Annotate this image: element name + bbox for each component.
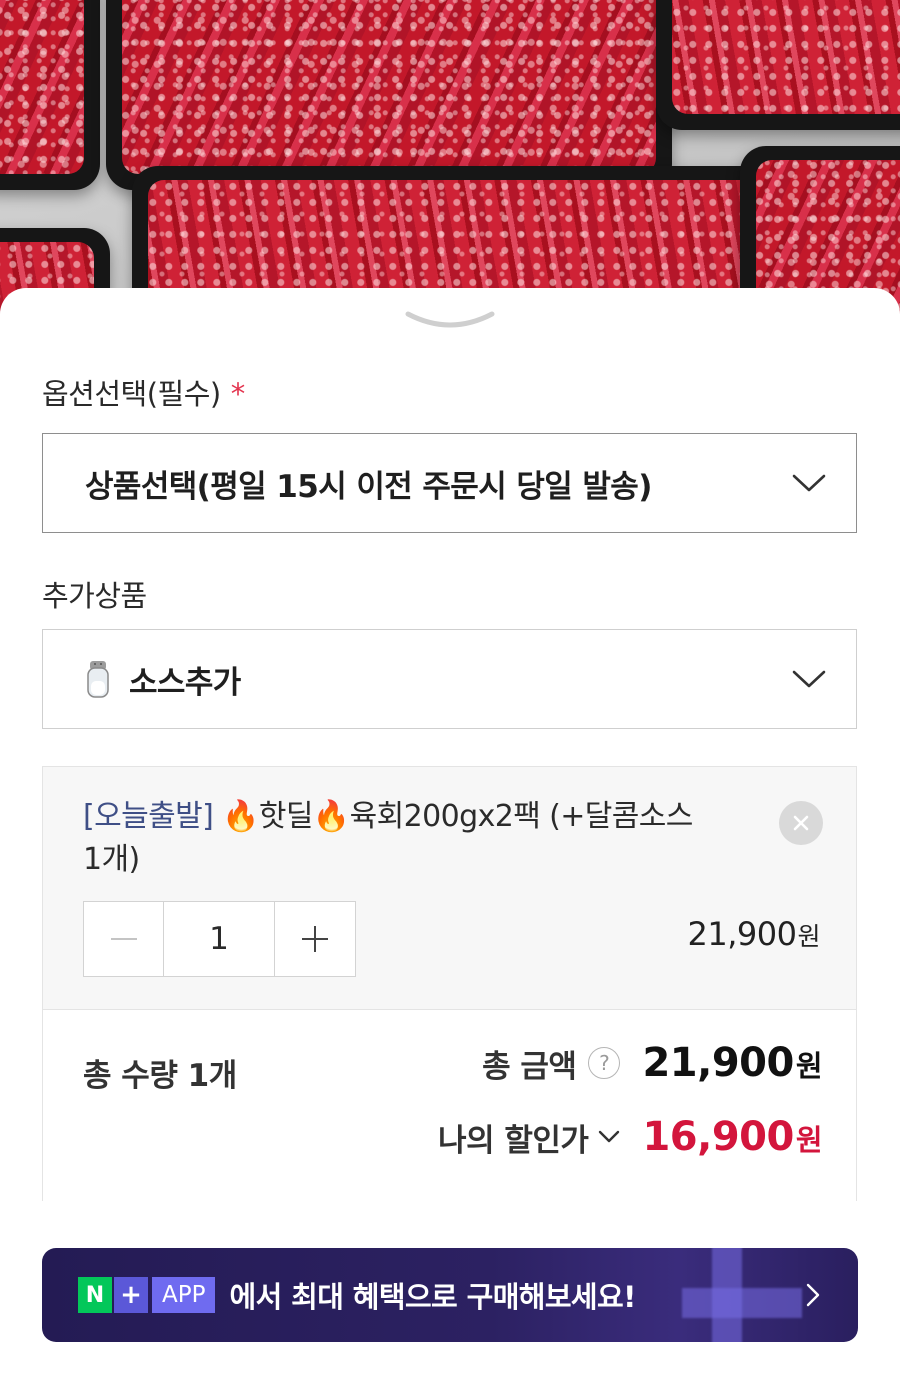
quantity-stepper: 1	[83, 901, 356, 977]
minus-icon	[110, 938, 137, 940]
chevron-down-icon	[405, 311, 495, 328]
total-amount-label: 총 금액	[482, 1048, 577, 1085]
quantity-value[interactable]: 1	[163, 902, 275, 976]
discount-amount-number: 16,900	[642, 1114, 794, 1160]
increase-button[interactable]	[275, 902, 354, 976]
addon-section-title: 추가상품	[42, 579, 147, 613]
total-amount-row: 총 금액 ? 21,900원	[482, 1040, 822, 1086]
chevron-down-icon	[792, 474, 826, 492]
decrease-button[interactable]	[84, 902, 163, 976]
addon-select[interactable]: 소스추가	[42, 629, 857, 729]
collapse-handle[interactable]	[402, 308, 498, 334]
discount-price-row[interactable]: 나의 할인가 16,900원	[438, 1114, 822, 1160]
same-day-tag: [오늘출발]	[83, 799, 214, 834]
banner-text: 에서 최대 혜택으로 구매해보세요!	[229, 1280, 636, 1314]
required-mark: *	[230, 377, 246, 411]
total-amount: 21,900원	[642, 1040, 822, 1086]
chevron-down-icon	[792, 670, 826, 688]
banner-decoration	[682, 1248, 802, 1342]
selected-item-card: [오늘출발] 🔥핫딜🔥육회200gx2팩 (+달콤소스 1개) 1 21,900…	[42, 766, 857, 1201]
option-select[interactable]: 상품선택(평일 15시 이전 주문시 당일 발송)	[42, 433, 857, 533]
plus-icon	[301, 926, 328, 952]
total-quantity: 총 수량 1개	[83, 1058, 237, 1094]
close-icon	[793, 815, 809, 831]
option-section-title: 옵션선택(필수) *	[42, 371, 245, 413]
product-hero-image	[0, 0, 900, 320]
discount-label: 나의 할인가	[438, 1122, 589, 1159]
discount-amount-unit: 원	[795, 1123, 823, 1157]
option-title-text: 옵션선택(필수)	[42, 377, 221, 411]
naver-n-badge: N	[78, 1277, 112, 1313]
chevron-down-icon	[599, 1130, 620, 1143]
purchase-option-sheet: 옵션선택(필수) * 상품선택(평일 15시 이전 주문시 당일 발송) 추가상품…	[0, 288, 900, 1381]
order-summary: 총 수량 1개 총 금액 ? 21,900원 나의 할인가 16,900원	[43, 1009, 856, 1201]
item-price: 21,900원	[687, 915, 821, 953]
addon-select-text: 소스추가	[129, 664, 241, 701]
remove-item-button[interactable]	[779, 801, 823, 845]
plus-badge: +	[114, 1277, 148, 1313]
chevron-right-icon	[806, 1283, 820, 1307]
app-promo-banner[interactable]: N + APP 에서 최대 혜택으로 구매해보세요!	[42, 1248, 858, 1342]
total-amount-number: 21,900	[642, 1040, 794, 1086]
selected-item-title: [오늘출발] 🔥핫딜🔥육회200gx2팩 (+달콤소스 1개)	[83, 795, 723, 881]
option-select-text: 상품선택(평일 15시 이전 주문시 당일 발송)	[85, 468, 652, 505]
item-name-cont: 1개)	[83, 842, 140, 877]
item-price-number: 21,900	[687, 915, 797, 953]
item-name: 🔥핫딜🔥육회200gx2팩 (+달콤소스	[222, 799, 693, 834]
discount-amount: 16,900원	[642, 1114, 822, 1160]
app-badge: APP	[152, 1277, 216, 1313]
salt-shaker-icon	[87, 661, 109, 698]
item-price-unit: 원	[797, 922, 820, 951]
total-amount-unit: 원	[795, 1049, 823, 1083]
help-icon[interactable]: ?	[588, 1047, 621, 1079]
